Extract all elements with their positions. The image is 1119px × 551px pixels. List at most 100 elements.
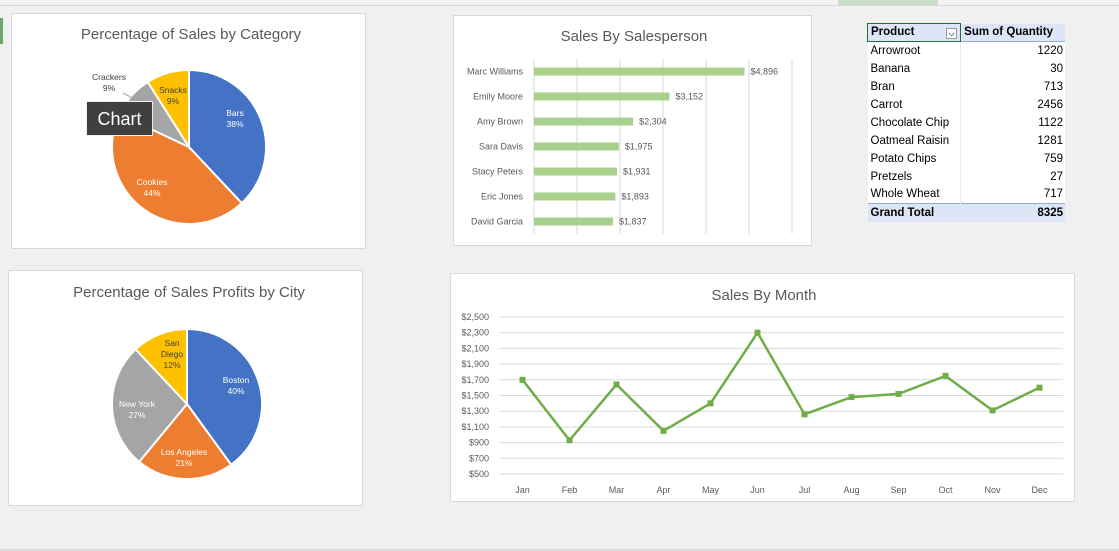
salesperson-bar-chart[interactable]: Sales By Salesperson Marc Williams $4,896… [453,15,812,246]
slice-name-label: Cookies [137,177,168,187]
y-tick-label: $1,500 [461,391,489,401]
salesperson-label: Marc Williams [467,67,523,77]
x-tick-label: Mar [609,485,625,495]
product-cell[interactable]: Potato Chips [867,149,962,168]
bar-value-label: $4,896 [751,67,779,77]
pivot-body: Arrowroot 1220 Banana 30 Bran 713 Carrot 2456 Ch… [867,41,1065,204]
slice-percent-label: 12% [163,360,180,370]
x-tick-label: Feb [562,485,578,495]
slice-name-label: Crackers [92,72,126,82]
quantity-cell[interactable]: 1220 [960,41,1065,60]
slice-name-label: New York [119,399,156,409]
y-tick-label: $1,900 [461,359,489,369]
quantity-cell[interactable]: 713 [960,77,1065,96]
grand-total-value[interactable]: 8325 [960,203,1065,222]
data-point-may[interactable] [707,400,714,407]
bar-value-label: $1,931 [623,167,651,177]
product-header-label: Product [871,26,915,38]
data-point-aug[interactable] [848,394,855,401]
y-tick-label: $2,300 [461,328,489,338]
product-cell[interactable]: Banana [867,59,962,78]
bar-amy-brown[interactable] [534,117,634,126]
data-point-feb[interactable] [566,437,573,444]
product-cell[interactable]: Arrowroot [867,41,962,60]
bar-marc-williams[interactable] [534,67,745,76]
product-cell[interactable]: Carrot [867,95,962,114]
product-cell[interactable]: Bran [867,77,962,96]
pie-slices [111,68,267,225]
y-tick-label: $1,100 [461,422,489,432]
product-cell[interactable]: Pretzels [867,167,962,186]
y-tick-label: $1,700 [461,375,489,385]
data-point-jul[interactable] [801,411,808,418]
category-pie-chart[interactable]: Percentage of Sales by Category Bars 38% C… [11,13,366,249]
data-point-jun[interactable] [754,329,761,336]
product-header-cell[interactable]: Product ⌵ [866,23,962,42]
bar-value-label: $2,304 [639,117,667,127]
data-point-jan[interactable] [519,376,526,383]
quantity-cell[interactable]: 1281 [960,131,1065,150]
quantity-cell[interactable]: 717 [960,185,1065,204]
pivot-row: Banana 30 [867,59,1065,78]
selected-column-marker [838,0,938,5]
pivot-table[interactable]: Product ⌵ Sum of Quantity Arrowroot 1220 Ba… [866,23,1065,222]
bar-stacy-peters[interactable] [534,167,618,176]
slice-percent-label: 38% [226,119,243,129]
bar-value-label: $1,837 [619,217,647,227]
slice-name-label: Boston [223,375,250,385]
product-cell[interactable]: Whole Wheat [867,185,962,204]
x-tick-label: Nov [984,485,1001,495]
row-selection-marker [0,18,3,44]
pivot-total-row: Grand Total 8325 [867,203,1065,222]
pivot-row: Arrowroot 1220 [867,41,1065,60]
x-tick-label: Aug [843,485,859,495]
slice-name-label: San [164,338,179,348]
category-pie-svg: Percentage of Sales by Category Bars38% C… [81,26,302,225]
spreadsheet-column-strip [0,0,1119,6]
pivot-row: Whole Wheat 717 [867,185,1065,204]
y-tick-label: $500 [469,469,489,479]
slice-percent-label: 27% [128,410,145,420]
bar-david-garcia[interactable] [534,217,613,226]
bar-emily-moore[interactable] [534,92,670,101]
quantity-cell[interactable]: 759 [960,149,1065,168]
quantity-header-cell[interactable]: Sum of Quantity [960,23,1065,42]
slice-name-label: Los Angeles [161,447,207,457]
quantity-cell[interactable]: 2456 [960,95,1065,114]
quantity-cell[interactable]: 30 [960,59,1065,78]
data-point-apr[interactable] [660,427,667,434]
chart-title: Sales By Month [711,287,816,304]
x-tick-label: Oct [938,485,953,495]
bar-eric-jones[interactable] [534,192,616,201]
data-point-nov[interactable] [989,407,996,414]
bar-value-label: $1,975 [625,142,653,152]
pivot-row: Pretzels 27 [867,167,1065,186]
slice-percent-label: 40% [227,386,244,396]
pivot-row: Oatmeal Raisin 1281 [867,131,1065,150]
pivot-row: Carrot 2456 [867,95,1065,114]
x-tick-label: Jul [799,485,811,495]
data-point-mar[interactable] [613,381,620,388]
salesperson-label: Stacy Peters [472,167,524,177]
slice-name-label: Snacks [159,85,187,95]
monthly-line-chart[interactable]: Sales By Month $500 $700 $900 $1,100 $1,300 $… [450,273,1075,502]
city-pie-chart[interactable]: Percentage of Sales Profits by City Bost… [8,270,363,506]
pivot-row: Potato Chips 759 [867,149,1065,168]
data-point-oct[interactable] [942,372,949,379]
salesperson-label: Sara Davis [479,142,524,152]
data-point-dec[interactable] [1036,384,1043,391]
product-cell[interactable]: Chocolate Chip [867,113,962,132]
data-point-sep[interactable] [895,390,902,397]
product-cell[interactable]: Oatmeal Raisin [867,131,962,150]
salesperson-bar-svg: Sales By Salesperson Marc Williams $4,896… [467,28,793,234]
grand-total-label[interactable]: Grand Total [867,203,961,222]
bar-value-label: $3,152 [676,92,704,102]
quantity-cell[interactable]: 1122 [960,113,1065,132]
quantity-cell[interactable]: 27 [960,167,1065,186]
x-tick-label: Dec [1031,485,1048,495]
filter-dropdown-icon[interactable]: ⌵ [946,28,958,39]
pivot-row: Bran 713 [867,77,1065,96]
bar-sara-davis[interactable] [534,142,619,151]
slice-name-label: Diego [161,349,183,359]
x-tick-label: Sep [890,485,906,495]
